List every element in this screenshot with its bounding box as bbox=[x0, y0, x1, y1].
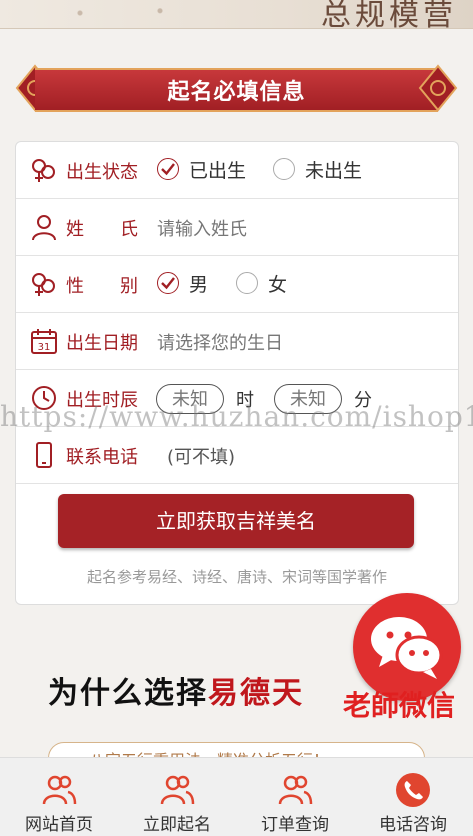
gender-row: 性 别 男 女 bbox=[16, 256, 458, 313]
surname-label: 姓 氏 bbox=[66, 219, 138, 240]
tab-phone-consult-label: 电话咨询 bbox=[379, 815, 447, 835]
phone-icon bbox=[396, 773, 430, 807]
bottom-tab-bar: 网站首页 立即起名 订单查询 电话咨询 bbox=[0, 757, 473, 836]
unchecked-radio-icon bbox=[236, 272, 258, 294]
tab-home-label: 网站首页 bbox=[25, 815, 93, 835]
tab-name-now[interactable]: 立即起名 bbox=[118, 758, 236, 836]
tab-order-query[interactable]: 订单查询 bbox=[236, 758, 354, 836]
gender-symbol-icon bbox=[32, 159, 55, 182]
birth-status-row: 出生状态 已出生 未出生 bbox=[16, 142, 458, 199]
radio-unborn[interactable]: 未出生 bbox=[273, 156, 362, 182]
banner-decoration bbox=[40, 2, 240, 24]
reference-note: 起名参考易经、诗经、唐诗、宋词等国学著作 bbox=[86, 568, 387, 586]
phone-label: 联系电话 bbox=[66, 447, 138, 468]
birth-date-label: 出生日期 bbox=[66, 333, 138, 354]
users-icon bbox=[160, 775, 195, 805]
calendar-icon: 31 bbox=[31, 329, 57, 354]
why-choose-heading: 为什么选择易德天 bbox=[48, 668, 304, 712]
phone-input[interactable]: (可不填) bbox=[167, 443, 235, 469]
surname-row: 姓 氏 请输入姓氏 bbox=[16, 199, 458, 256]
why-prefix: 为什么选择 bbox=[48, 676, 208, 711]
get-name-button[interactable]: 立即获取吉祥美名 bbox=[58, 494, 414, 548]
radio-born[interactable]: 已出生 bbox=[157, 156, 246, 182]
radio-female-label: 女 bbox=[268, 273, 288, 296]
tab-order-query-label: 订单查询 bbox=[261, 815, 329, 835]
person-icon bbox=[32, 215, 56, 241]
section-ribbon: 起名必填信息 bbox=[15, 64, 458, 112]
radio-male-label: 男 bbox=[189, 273, 209, 296]
tab-phone-consult[interactable]: 电话咨询 bbox=[354, 758, 472, 836]
phone-row: 联系电话 (可不填) bbox=[16, 427, 458, 484]
watermark-text: https://www.huzhan.com/ishop13140 bbox=[0, 400, 473, 433]
gender-symbol-icon bbox=[32, 273, 55, 296]
unchecked-radio-icon bbox=[273, 158, 295, 180]
birth-status-label: 出生状态 bbox=[66, 162, 138, 183]
section-title: 起名必填信息 bbox=[167, 80, 306, 105]
birth-date-input[interactable]: 请选择您的生日 bbox=[157, 329, 283, 355]
svg-text:31: 31 bbox=[38, 342, 51, 353]
birth-date-row: 31 出生日期 请选择您的生日 bbox=[16, 313, 458, 370]
mobile-phone-icon bbox=[36, 442, 52, 468]
gender-label: 性 别 bbox=[66, 276, 138, 297]
checked-radio-icon bbox=[157, 272, 179, 294]
tab-home[interactable]: 网站首页 bbox=[0, 758, 118, 836]
radio-male[interactable]: 男 bbox=[157, 270, 208, 296]
top-banner: 总规模营 bbox=[0, 0, 473, 29]
banner-title: 总规模营 bbox=[321, 0, 457, 29]
wechat-label[interactable]: 老師微信 bbox=[343, 684, 455, 724]
radio-unborn-label: 未出生 bbox=[305, 159, 363, 182]
users-icon bbox=[42, 775, 77, 805]
naming-form: 出生状态 已出生 未出生 姓 氏 请输入姓氏 性 别 男 女 31 出生日期 请… bbox=[15, 141, 459, 605]
users-icon bbox=[278, 775, 313, 805]
radio-born-label: 已出生 bbox=[189, 159, 247, 182]
tab-name-now-label: 立即起名 bbox=[143, 815, 211, 835]
surname-input[interactable]: 请输入姓氏 bbox=[157, 215, 247, 241]
why-brand: 易德天 bbox=[208, 676, 304, 711]
checked-radio-icon bbox=[157, 158, 179, 180]
radio-female[interactable]: 女 bbox=[236, 270, 287, 296]
